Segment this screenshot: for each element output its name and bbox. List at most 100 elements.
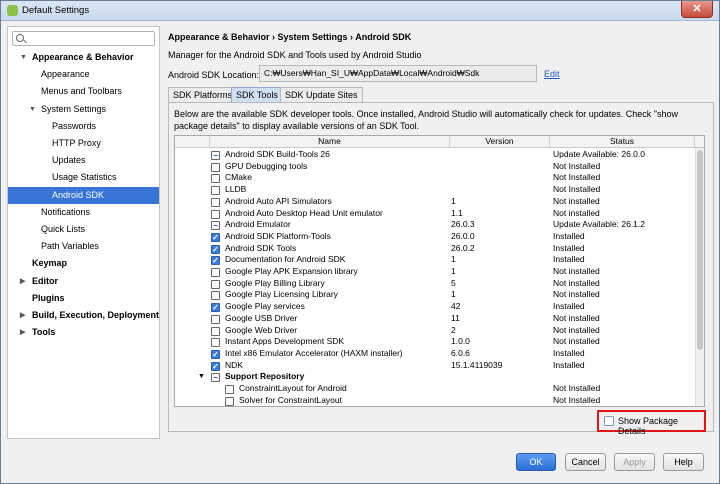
row-checkbox[interactable] [211,291,220,301]
vertical-scrollbar[interactable] [695,148,704,406]
row-name: Google Play APK Expansion library [225,266,358,276]
show-package-details-checkbox[interactable] [604,416,614,426]
table-row[interactable]: Instant Apps Development SDK 1.0.0 Not ins… [175,336,695,348]
sidebar-item-path-variables[interactable]: Path Variables [8,238,159,255]
sidebar-item-appearance[interactable]: Appearance [8,66,159,83]
row-name: Android Auto API Simulators [225,195,332,206]
row-checkbox[interactable] [211,197,220,207]
sidebar-item-keymap[interactable]: Keymap [8,255,159,272]
row-checkbox[interactable] [211,326,220,336]
sidebar-item-tools[interactable]: ▶ Tools [8,324,159,341]
expand-arrow-icon[interactable]: ▼ [29,101,36,118]
row-checkbox[interactable] [211,314,220,324]
column-name[interactable]: Name [210,136,450,147]
apply-button[interactable]: Apply [614,453,655,471]
table-row[interactable]: ✓ Android SDK Platform-Tools 26.0.0 Install… [175,231,695,243]
row-checkbox[interactable]: ✓ [211,256,220,266]
row-checkbox[interactable] [225,385,234,394]
row-checkbox[interactable]: − [211,221,220,231]
table-row[interactable]: Solver for ConstraintLayout Not Installed [175,394,695,406]
show-package-details-label[interactable]: Show Package Details [618,416,704,436]
row-status: Installed [553,254,585,265]
row-checkbox[interactable] [211,186,220,196]
sidebar-item-notifications[interactable]: Notifications [8,204,159,221]
tab-sdk-platforms[interactable]: SDK Platforms [168,87,238,102]
table-row[interactable]: ✓ NDK 15.1.4119039 Installed [175,360,695,372]
sidebar-item-build-execution-deployment[interactable]: ▶ Build, Execution, Deployment [8,307,159,324]
table-row[interactable]: Google Web Driver 2 Not installed [175,325,695,337]
table-row[interactable]: Google Play APK Expansion library 1 Not in… [175,266,695,278]
sidebar-item-system-settings[interactable]: ▼ System Settings [8,101,159,118]
sidebar-item-http-proxy[interactable]: HTTP Proxy [8,135,159,152]
sidebar-item-plugins[interactable]: Plugins [8,290,159,307]
table-row[interactable]: ✓ Google Play services 42 Installed [175,301,695,313]
row-version: 15.1.4119039 [451,359,503,370]
table-row[interactable]: Google Play Billing Library 5 Not installe… [175,278,695,290]
row-checkbox[interactable]: ✓ [211,232,220,242]
help-button[interactable]: Help [663,453,704,471]
sidebar-item-editor[interactable]: ▶ Editor [8,273,159,290]
row-status: Update Available: 26.1.2 [553,219,645,230]
sidebar-item-android-sdk[interactable]: Android SDK [8,186,159,204]
row-checkbox[interactable]: ✓ [211,303,220,313]
table-row[interactable]: ✓ Android SDK Tools 26.0.2 Installed [175,243,695,255]
row-checkbox[interactable]: − [211,373,220,383]
row-checkbox[interactable] [211,209,220,219]
sidebar-item-updates[interactable]: Updates [8,152,159,169]
cancel-button[interactable]: Cancel [565,453,606,471]
collapse-arrow-icon[interactable]: ▶ [20,273,25,290]
table-row[interactable]: GPU Debugging tools Not Installed [175,161,695,173]
collapse-arrow-icon[interactable]: ▶ [20,307,25,324]
table-row[interactable]: Google Play Licensing Library 1 Not instal… [175,289,695,301]
table-row[interactable]: − Android SDK Build-Tools 26 Update Availa… [175,149,695,161]
table-row[interactable]: ✓ Documentation for Android SDK 1 Installed [175,254,695,266]
expand-arrow-icon[interactable]: ▼ [20,49,27,66]
table-row[interactable]: Android Auto Desktop Head Unit emulator 1… [175,208,695,220]
row-status: Not installed [553,207,600,218]
sidebar-item-passwords[interactable]: Passwords [8,118,159,135]
row-status: Installed [553,230,585,241]
row-name: Solver for ConstraintLayout [239,394,342,405]
scrollbar-thumb[interactable] [697,150,703,350]
sidebar-item-appearance-behavior[interactable]: ▼ Appearance & Behavior [8,49,159,66]
close-button[interactable]: ✕ [681,1,713,18]
row-version: 11 [451,312,460,323]
table-row[interactable]: Android Auto API Simulators 1 Not installe… [175,196,695,208]
tab-sdk-update-sites[interactable]: SDK Update Sites [280,87,363,102]
row-checkbox[interactable]: ✓ [211,244,220,254]
row-checkbox[interactable]: − [211,151,220,160]
column-version[interactable]: Version [450,136,550,147]
table-row[interactable]: − Android Emulator 26.0.3 Update Available:… [175,219,695,231]
sidebar-item-usage-statistics[interactable]: Usage Statistics [8,169,159,186]
table-row[interactable]: Google USB Driver 11 Not installed [175,313,695,325]
table-row[interactable]: LLDB Not Installed [175,184,695,196]
edit-location-link[interactable]: Edit [544,69,560,79]
row-checkbox[interactable] [211,268,220,277]
table-row[interactable]: ✓ Intel x86 Emulator Accelerator (HAXM in… [175,348,695,360]
row-checkbox[interactable]: ✓ [211,349,220,359]
ok-button[interactable]: OK [516,453,556,471]
row-version: 42 [451,301,461,312]
row-status: Update Available: 26.0.0 [553,149,645,159]
row-checkbox[interactable] [211,174,220,184]
table-row[interactable]: ▼ − Support Repository [175,371,695,383]
sidebar-item-menus-and-toolbars[interactable]: Menus and Toolbars [8,83,159,100]
row-checkbox[interactable] [211,338,220,348]
row-name: Google Play services [225,301,305,312]
sidebar-item-label: Updates [52,155,86,166]
table-row[interactable]: ConstraintLayout for Android Not Installe… [175,383,695,395]
sdk-location-field[interactable]: C:₩Users₩Han_SI_U₩AppData₩Local₩Android₩… [259,65,537,82]
collapse-arrow-icon[interactable]: ▶ [20,324,25,341]
row-checkbox[interactable] [211,279,220,289]
row-status: Not installed [553,195,600,206]
expand-arrow-icon[interactable]: ▼ [198,371,205,383]
tab-sdk-tools[interactable]: SDK Tools [231,87,283,102]
row-checkbox[interactable] [211,162,220,172]
column-status[interactable]: Status [550,136,695,147]
table-row[interactable]: CMake Not Installed [175,172,695,184]
row-checkbox[interactable]: ✓ [211,361,220,371]
search-input[interactable] [12,31,155,46]
row-status: Not installed [553,312,600,323]
sidebar-item-quick-lists[interactable]: Quick Lists [8,221,159,238]
row-checkbox[interactable] [225,396,234,406]
